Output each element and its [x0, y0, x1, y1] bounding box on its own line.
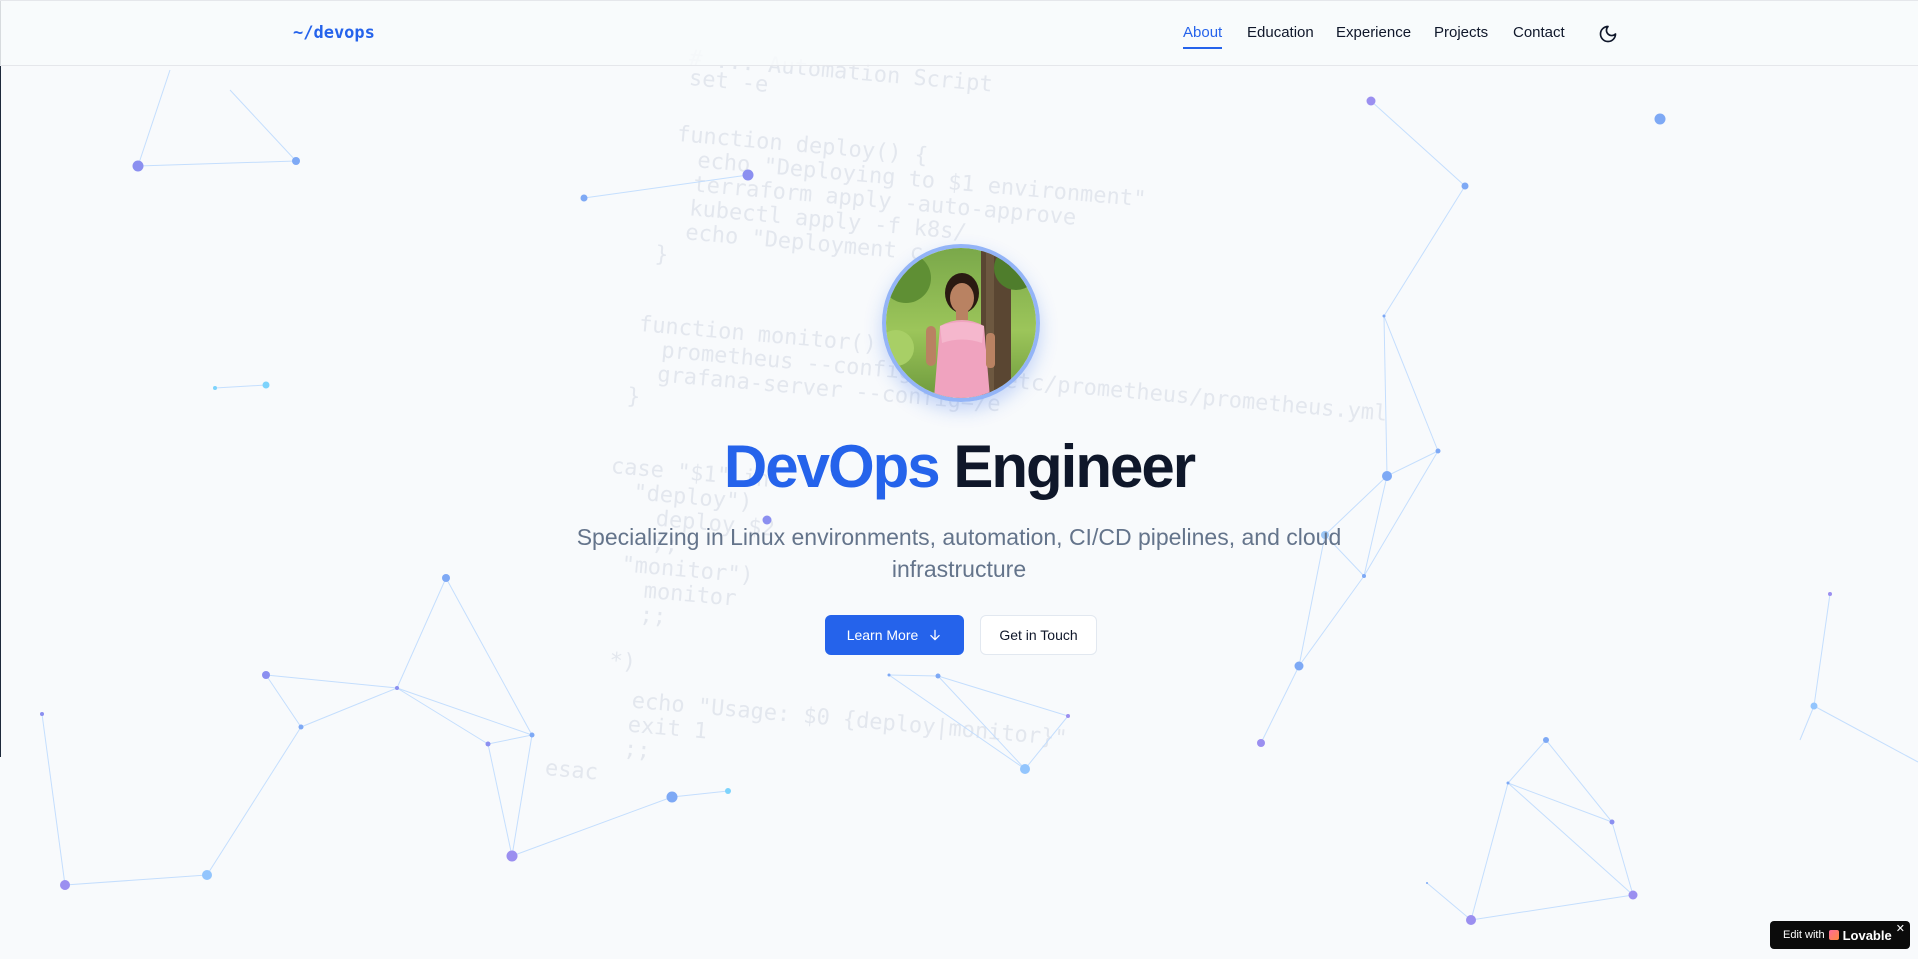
page-title: DevOps Engineer: [0, 432, 1918, 501]
badge-prefix: Edit with: [1783, 929, 1825, 941]
get-in-touch-button[interactable]: Get in Touch: [980, 615, 1097, 655]
learn-more-button[interactable]: Learn More: [825, 615, 964, 655]
edit-with-lovable-badge[interactable]: Edit with Lovable ✕: [1770, 921, 1910, 949]
profile-photo: [886, 248, 1036, 398]
title-rest: Engineer: [953, 433, 1196, 500]
close-icon[interactable]: ✕: [1896, 922, 1905, 935]
avatar: [882, 244, 1040, 402]
badge-brand: Lovable: [1842, 927, 1892, 943]
title-accent: DevOps: [723, 433, 941, 500]
learn-more-label: Learn More: [846, 627, 919, 643]
hero-subtitle: Specializing in Linux environments, auto…: [576, 524, 1342, 582]
hero-section: DevOps Engineer Specializing in Linux en…: [0, 0, 1918, 959]
arrow-down-icon: [930, 629, 941, 641]
get-in-touch-label: Get in Touch: [999, 627, 1078, 643]
lovable-logo-icon: [1828, 930, 1839, 940]
